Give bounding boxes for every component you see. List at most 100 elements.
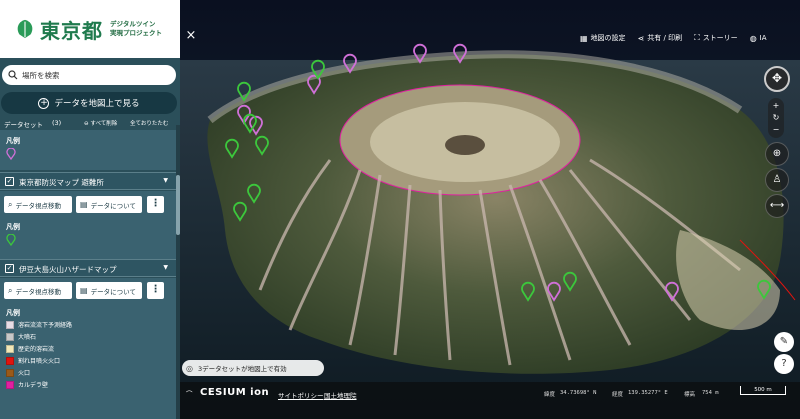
- dataset-header: データセット (3) ⊖ すべて削除 全ておりたたむ: [0, 117, 180, 129]
- data-move-view-button[interactable]: ⌕ データ視点移動: [4, 196, 72, 213]
- collapse-all-button[interactable]: 全ておりたたむ: [130, 119, 168, 127]
- compass-icon[interactable]: ✥: [764, 66, 790, 92]
- map-settings-label: 地図の設定: [590, 34, 626, 42]
- zoom-out-icon[interactable]: −: [768, 124, 784, 136]
- legend-item: 割れ目噴火火口: [6, 356, 60, 365]
- delete-all-label: すべて削除: [90, 121, 118, 127]
- legend-label: 溶岩流流下予測経路: [18, 322, 73, 329]
- zoom-reset-icon[interactable]: ↻: [768, 112, 784, 124]
- layer-name: 伊豆大島火山ハザードマップ: [19, 265, 117, 274]
- brand-subtitle-line2: 実現プロジェクト: [110, 29, 162, 37]
- legend-label: 火口: [18, 370, 31, 377]
- search-input[interactable]: [22, 70, 162, 80]
- map-settings-icon: ▦: [580, 33, 588, 43]
- dataset-1-panel: 凡例: [0, 130, 176, 170]
- search-icon: ⌕: [8, 199, 13, 209]
- layer-2-body: ⌕ データ視点移動 ▤ データについて ⋮ 凡例 溶岩流流下予測経路 大噴石 歴…: [0, 278, 176, 419]
- legend-swatch: [6, 344, 14, 353]
- info-icon: ▤: [80, 200, 88, 209]
- legend-swatch: [6, 356, 14, 365]
- longitude-label: 経度: [612, 392, 624, 398]
- data-about-button[interactable]: ▤ データについて: [76, 196, 142, 213]
- help-icon[interactable]: ?: [774, 354, 794, 374]
- zoom-in-icon[interactable]: +: [768, 100, 784, 112]
- close-panel-button[interactable]: ×: [184, 29, 198, 44]
- active-datasets-label: 3データセットが地図上で有効: [197, 365, 287, 373]
- terria-logo-icon: ⌒: [186, 390, 193, 398]
- layer-name: 東京都防災マップ 避難所: [19, 178, 104, 187]
- brand-header[interactable]: 東京都 デジタルツイン 実現プロジェクト: [0, 0, 180, 58]
- legend-title: 凡例: [6, 223, 20, 231]
- scale-bar: 500 m: [740, 386, 786, 395]
- measure-icon[interactable]: ⟷: [765, 194, 789, 218]
- legend-swatch: [6, 380, 14, 389]
- elevation-value: 754 m: [702, 390, 719, 396]
- search-box[interactable]: [1, 64, 177, 86]
- delete-all-button[interactable]: ⊖ すべて削除: [84, 119, 117, 127]
- layers-icon: ◎: [186, 363, 193, 373]
- chevron-down-icon[interactable]: ▼: [163, 264, 168, 271]
- cesium-ion-logo[interactable]: CESIUM ion: [200, 387, 269, 398]
- chevron-down-icon[interactable]: ▼: [163, 177, 168, 184]
- legend-item: 歴史的溶岩流: [6, 344, 54, 353]
- brand-subtitle-line1: デジタルツイン: [110, 20, 156, 28]
- dataset-count: (3): [52, 119, 62, 127]
- shelter-pin-icon: [6, 234, 16, 246]
- view-data-on-map-button[interactable]: + データを地図上で見る: [1, 92, 177, 114]
- zoom-control[interactable]: + ↻ −: [768, 98, 784, 138]
- share-print-button[interactable]: ⋖ 共有 / 印刷: [638, 33, 683, 43]
- active-datasets-status[interactable]: ◎ 3データセットが地図上で有効: [182, 360, 324, 376]
- plus-icon: +: [38, 97, 50, 109]
- search-icon: ⌕: [8, 285, 13, 295]
- story-button[interactable]: ⛶ ストーリー: [694, 33, 738, 43]
- locate-icon[interactable]: ⊕: [765, 142, 789, 166]
- legend-label: 歴史的溶岩流: [18, 346, 55, 353]
- map-settings-button[interactable]: ▦ 地図の設定: [580, 33, 626, 43]
- sidebar: 東京都 デジタルツイン 実現プロジェクト + データを地図上で見る データセット…: [0, 0, 180, 419]
- longitude-value: 139.35277° E: [628, 390, 668, 396]
- site-policy-link[interactable]: サイトポリシー: [278, 390, 324, 400]
- layer-header-volcano-hazard[interactable]: ✓ 伊豆大島火山ハザードマップ ▼: [0, 259, 176, 277]
- data-move-view-label: データ視点移動: [15, 201, 61, 210]
- legend-swatch: [6, 368, 14, 377]
- share-icon: ⋖: [637, 33, 645, 43]
- view-data-label: データを地図上で見る: [54, 99, 140, 109]
- user-menu-button[interactable]: ◍ IA: [750, 34, 767, 43]
- layer-checkbox[interactable]: ✓: [5, 177, 14, 186]
- legend-item: 溶岩流流下予測経路: [6, 320, 72, 329]
- terrain-scene[interactable]: [180, 0, 800, 419]
- legend-label: 大噴石: [18, 334, 37, 341]
- legend-item: カルデラ壁: [6, 380, 48, 389]
- story-icon: ⛶: [694, 33, 700, 42]
- map-pin-icon: [6, 148, 16, 160]
- search-icon: [8, 70, 18, 80]
- legend-swatch: [6, 320, 14, 329]
- brand-name: 東京都: [40, 18, 103, 43]
- data-move-view-button[interactable]: ⌕ データ視点移動: [4, 282, 72, 299]
- layer-header-shelters[interactable]: ✓ 東京都防災マップ 避難所 ▼: [0, 172, 176, 190]
- pedestrian-icon[interactable]: ♙: [765, 168, 789, 192]
- legend-title: 凡例: [6, 137, 20, 145]
- globe-icon: ◍: [749, 33, 757, 43]
- legend-item: 大噴石: [6, 332, 36, 341]
- legend-label: 割れ目噴火火口: [18, 358, 61, 365]
- data-about-label: データについて: [90, 287, 136, 296]
- app-window: 東京都 デジタルツイン 実現プロジェクト + データを地図上で見る データセット…: [0, 0, 800, 419]
- more-options-button[interactable]: ⋮: [147, 282, 164, 299]
- legend-item: 火口: [6, 368, 30, 377]
- data-move-view-label: データ視点移動: [15, 287, 61, 296]
- more-options-button[interactable]: ⋮: [147, 196, 164, 213]
- feedback-icon[interactable]: ✎: [774, 332, 794, 352]
- elevation-label: 標高: [684, 392, 696, 398]
- data-attribution-link[interactable]: 国土地理院: [324, 390, 357, 400]
- data-about-button[interactable]: ▤ データについて: [76, 282, 142, 299]
- data-about-label: データについて: [90, 201, 136, 210]
- share-print-label: 共有 / 印刷: [647, 34, 683, 42]
- map-3d-view[interactable]: [180, 0, 800, 419]
- latitude-label: 緯度: [544, 392, 556, 398]
- story-label: ストーリー: [702, 34, 738, 42]
- legend-title: 凡例: [6, 309, 20, 317]
- dataset-title: データセット: [4, 121, 43, 129]
- map-footer: ⌒ CESIUM ion サイトポリシー 国土地理院 緯度 34.73698° …: [180, 382, 800, 419]
- layer-checkbox[interactable]: ✓: [5, 264, 14, 273]
